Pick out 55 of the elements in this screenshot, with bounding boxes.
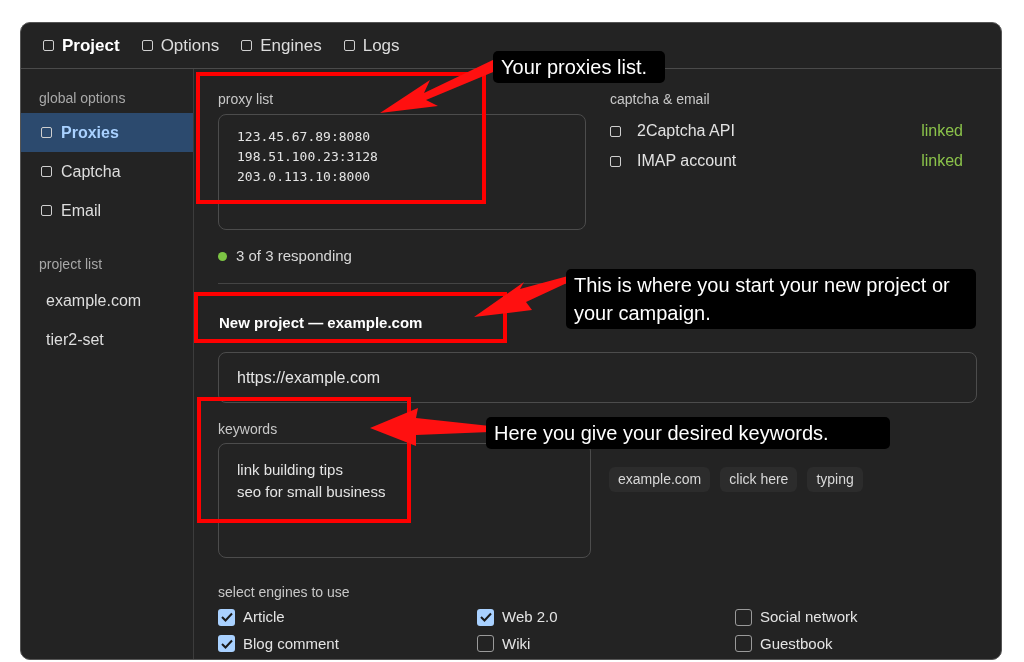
section-heading: project list	[38, 255, 104, 274]
field-label: proxy list	[218, 90, 274, 109]
sidebar-item[interactable]: example.com	[21, 281, 193, 320]
sidebar-item[interactable]: Email	[21, 191, 193, 230]
checkbox-label: Social network	[760, 607, 858, 627]
tab[interactable]: Project	[43, 32, 120, 59]
checkbox-icon	[141, 40, 153, 51]
checkbox-label: Blog comment	[243, 633, 339, 654]
service-name: IMAP account	[637, 151, 737, 171]
service-name: 2Captcha API	[637, 121, 735, 141]
checkbox[interactable]	[477, 608, 494, 626]
checkbox[interactable]	[735, 608, 752, 626]
checkbox[interactable]	[477, 635, 494, 653]
link-status: linked	[921, 121, 963, 141]
project-title: New project — example.com	[219, 312, 423, 333]
sidebar-item[interactable]: Captcha	[21, 152, 193, 191]
checkbox-label: Web 2.0	[502, 607, 558, 627]
keyword-entry: link building tips	[237, 460, 344, 480]
checkbox-icon	[610, 125, 621, 137]
proxy-entry: 123.45.67.89:8080	[237, 128, 372, 146]
section-heading: global options	[38, 89, 127, 108]
callout: This is where you start your new project or your campaign.	[566, 269, 976, 329]
proxy-list-field[interactable]: 123.45.67.89:8080 198.51.100.23:3128 203.0.113.10:8000	[218, 114, 586, 230]
checkbox-label: Article	[243, 607, 285, 627]
status-text: 3 of 3 responding	[236, 246, 352, 266]
proxy-entry: 198.51.100.23:3128	[237, 148, 379, 166]
link-status: linked	[921, 151, 963, 171]
checkbox-label: Wiki	[502, 633, 531, 654]
chip[interactable]: typing	[807, 467, 863, 492]
section-heading: captcha & email	[610, 90, 711, 109]
checkbox[interactable]	[218, 608, 235, 626]
sidebar-item[interactable]: Proxies	[21, 113, 193, 152]
checkbox[interactable]	[218, 635, 235, 653]
sidebar-item[interactable]: tier2-set	[21, 320, 193, 359]
chip[interactable]: click here	[720, 467, 798, 492]
proxy-entry: 203.0.113.10:8000	[237, 168, 372, 186]
checkbox-icon	[41, 127, 52, 138]
section-heading: select engines to use	[218, 583, 351, 602]
checkbox[interactable]	[735, 635, 752, 653]
callout: Your proxies list.	[493, 51, 665, 83]
callout: Here you give your desired keywords.	[486, 417, 890, 449]
url-field[interactable]: https://example.com	[218, 352, 977, 403]
chip[interactable]: example.com	[609, 467, 711, 492]
keyword-entry: seo for small business	[237, 482, 387, 502]
checkbox-icon	[610, 155, 621, 167]
tab[interactable]: Options	[141, 32, 220, 59]
checkbox-icon	[41, 205, 52, 216]
tab[interactable]: Logs	[343, 32, 400, 59]
checkbox-icon	[343, 40, 355, 51]
checkbox-label: Guestbook	[760, 633, 833, 654]
field-label: keywords	[218, 420, 278, 439]
checkbox-icon	[43, 40, 54, 51]
checkbox-icon	[41, 166, 52, 177]
tab[interactable]: Engines	[241, 32, 322, 59]
checkbox-icon	[241, 40, 253, 51]
